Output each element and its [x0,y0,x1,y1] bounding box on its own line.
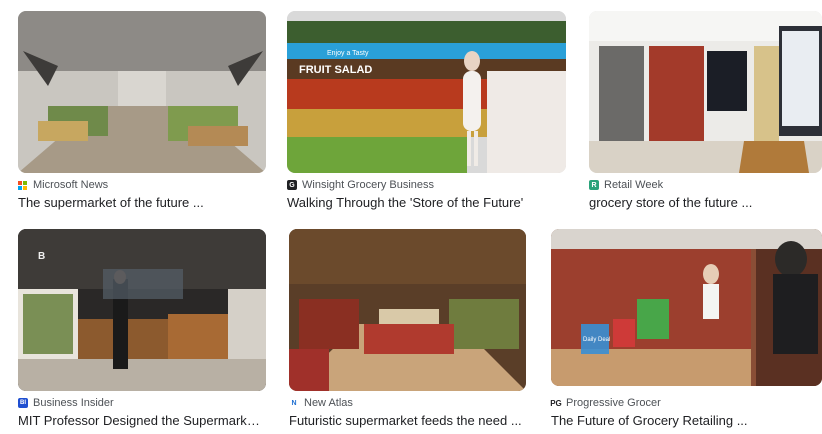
new-atlas-logo-icon: N [289,398,299,408]
result-card-3[interactable]: R Retail Week grocery store of the futur… [589,11,822,211]
result-source-6[interactable]: PG Progressive Grocer [550,396,661,410]
progressive-grocer-logo-icon: PG [550,398,562,408]
result-source-label-3: Retail Week [604,179,664,191]
result-thumbnail-3[interactable] [589,11,822,173]
fruit-salad-sign: FRUIT SALAD [299,64,372,76]
result-source-1[interactable]: Microsoft News [18,178,108,192]
result-source-label-6: Progressive Grocer [566,397,661,409]
daily-deal-label: Daily Deal [583,337,610,343]
result-thumbnail-2[interactable]: FRUIT SALAD Enjoy a Tasty [287,11,566,173]
result-source-label-1: Microsoft News [33,179,109,191]
result-source-label-5: New Atlas [304,397,353,409]
result-source-label-2: Winsight Grocery Business [302,179,435,191]
result-title-1[interactable]: The supermarket of the future ... [18,195,266,211]
result-source-5[interactable]: N New Atlas [289,396,353,410]
result-source-2[interactable]: G Winsight Grocery Business [287,178,434,192]
result-thumbnail-4[interactable]: B [18,229,266,391]
result-card-5[interactable]: N New Atlas Futuristic supermarket feeds… [289,229,526,429]
result-title-6[interactable]: The Future of Grocery Retailing ... [551,413,822,429]
microsoft-logo-icon [18,180,28,190]
result-title-2[interactable]: Walking Through the 'Store of the Future… [287,195,566,211]
result-card-1[interactable]: Microsoft News The supermarket of the fu… [18,11,266,211]
winsight-logo-icon: G [287,180,297,190]
result-thumbnail-5[interactable] [289,229,526,391]
result-card-4[interactable]: B BI Business Insider MIT Professor Desi… [18,229,266,429]
enjoy-sign: Enjoy a Tasty [327,50,369,57]
result-thumbnail-6[interactable]: Daily Deal [551,229,822,386]
retail-week-logo-icon: R [589,180,599,190]
business-insider-logo-icon: BI [18,398,28,408]
result-source-4[interactable]: BI Business Insider [18,396,114,410]
result-title-5[interactable]: Futuristic supermarket feeds the need ..… [289,413,526,429]
result-source-label-4: Business Insider [33,397,114,409]
result-thumbnail-1[interactable] [18,11,266,173]
result-card-2[interactable]: FRUIT SALAD Enjoy a Tasty G Winsight Gro… [287,11,566,211]
result-title-3[interactable]: grocery store of the future ... [589,195,822,211]
store-sign-letter: B [38,251,45,262]
result-source-3[interactable]: R Retail Week [589,178,663,192]
result-title-4[interactable]: MIT Professor Designed the Supermarket..… [18,413,266,429]
result-card-6[interactable]: Daily Deal PG Progressive Grocer The Fut… [550,229,822,429]
